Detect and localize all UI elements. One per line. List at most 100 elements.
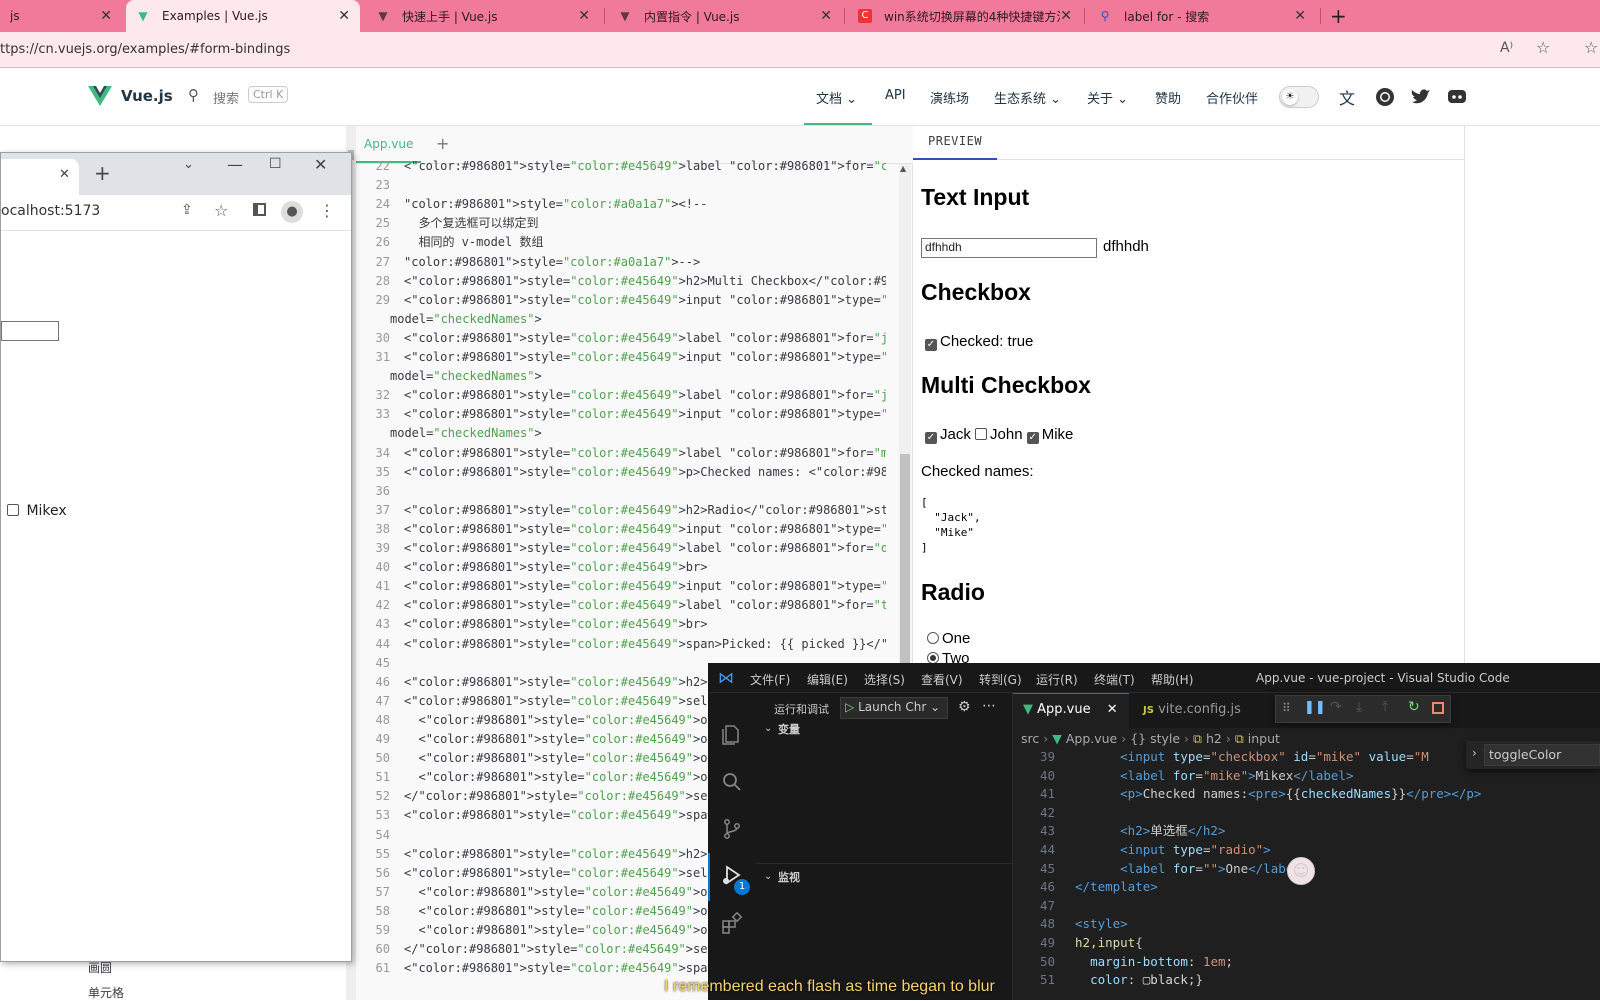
- code-line[interactable]: 44 <"color:#986801">style="color:#e45649"…: [346, 635, 886, 654]
- close-icon[interactable]: ✕: [820, 8, 832, 24]
- stop-icon[interactable]: [1432, 702, 1444, 714]
- code-line[interactable]: 31 <"color:#986801">style="color:#e45649"…: [346, 348, 886, 367]
- checkbox-label[interactable]: Checked: true: [940, 333, 1033, 350]
- label-mike[interactable]: Mike: [1042, 426, 1074, 443]
- checkbox-john[interactable]: [975, 428, 988, 440]
- code-line[interactable]: 35 <"color:#986801">style="color:#e45649"…: [346, 463, 886, 482]
- nav-partners[interactable]: 合作伙伴: [1206, 88, 1258, 107]
- find-input[interactable]: toggleColor: [1484, 744, 1600, 766]
- code-line[interactable]: 24 "color:#986801">style="color:#a0a1a7">…: [346, 195, 886, 214]
- vue-logo-icon[interactable]: [88, 86, 112, 106]
- close-icon[interactable]: ✕: [1294, 8, 1306, 24]
- new-tab-icon[interactable]: +: [94, 161, 111, 185]
- favorite-add-icon[interactable]: ☆: [1536, 38, 1550, 57]
- scroll-up-icon[interactable]: ▲: [900, 164, 906, 173]
- launch-config-dropdown[interactable]: ▷ Launch Chr ⌄: [840, 697, 948, 719]
- search-icon[interactable]: ⚲: [188, 86, 199, 104]
- gear-icon[interactable]: ⚙: [958, 699, 971, 715]
- breadcrumb-item[interactable]: App.vue: [1066, 731, 1117, 746]
- code-line[interactable]: 43 <"color:#986801">style="color:#e45649"…: [346, 615, 886, 634]
- github-icon[interactable]: [1375, 87, 1395, 107]
- code-line[interactable]: 34 <"color:#986801">style="color:#e45649"…: [346, 444, 886, 463]
- code-line[interactable]: 38 <"color:#986801">style="color:#e45649"…: [346, 520, 886, 539]
- menu-selection[interactable]: 选择(S): [864, 671, 905, 688]
- code-line[interactable]: 25 多个复选框可以绑定到: [346, 214, 886, 233]
- step-out-icon[interactable]: ⤒: [1382, 699, 1388, 715]
- menu-help[interactable]: 帮助(H): [1151, 671, 1193, 688]
- favorites-icon[interactable]: ☆: [1584, 38, 1598, 57]
- code-line[interactable]: 23: [346, 176, 886, 195]
- code-line[interactable]: 27 "color:#986801">style="color:#a0a1a7">…: [346, 253, 886, 272]
- browser-tab-active[interactable]: ▼ Examples | Vue.js ✕: [126, 0, 360, 32]
- explorer-icon[interactable]: [720, 723, 744, 747]
- tab-app-vue[interactable]: ▼ App.vue ✕: [1013, 693, 1129, 728]
- add-file-button[interactable]: +: [436, 134, 449, 153]
- chevron-down-icon[interactable]: ⌄: [764, 871, 772, 882]
- label-one[interactable]: One: [942, 630, 970, 647]
- checkbox[interactable]: [7, 504, 19, 516]
- profile-icon[interactable]: ●: [281, 201, 303, 223]
- nav-ecosystem[interactable]: 生态系统 ⌄: [994, 88, 1061, 107]
- radio-one[interactable]: [927, 632, 939, 644]
- chevron-down-icon[interactable]: ⌄: [764, 723, 772, 734]
- code-line[interactable]: 32 <"color:#986801">style="color:#e45649"…: [346, 386, 886, 405]
- minimize-icon[interactable]: —: [227, 155, 243, 174]
- menu-file[interactable]: 文件(F): [750, 671, 790, 688]
- nav-sponsor[interactable]: 赞助: [1155, 88, 1181, 107]
- preview-tab[interactable]: PREVIEW: [913, 126, 998, 160]
- step-into-icon[interactable]: ⤓: [1356, 699, 1362, 715]
- checkbox-jack[interactable]: ✓: [925, 432, 937, 444]
- url-field[interactable]: ocalhost:5173: [1, 203, 100, 219]
- tab-vite-config[interactable]: JS vite.config.js: [1133, 693, 1251, 728]
- brand-name[interactable]: Vue.js: [121, 87, 173, 105]
- checkbox-checked[interactable]: ✓: [925, 339, 937, 351]
- code-line[interactable]: 37 <"color:#986801">style="color:#e45649"…: [346, 501, 886, 520]
- menu-edit[interactable]: 编辑(E): [807, 671, 848, 688]
- pause-icon[interactable]: ❚❚: [1304, 700, 1326, 715]
- code-line[interactable]: 26 相同的 v-model 数组: [346, 233, 886, 252]
- breadcrumb-item[interactable]: {} style: [1130, 731, 1180, 746]
- read-aloud-icon[interactable]: A⁾: [1500, 40, 1513, 56]
- menu-icon[interactable]: ⋮: [319, 201, 335, 220]
- close-icon[interactable]: ✕: [578, 8, 590, 24]
- menu-go[interactable]: 转到(G): [979, 671, 1022, 688]
- code-line[interactable]: 36: [346, 482, 886, 501]
- label-john[interactable]: John: [990, 426, 1023, 443]
- extensions-icon[interactable]: [720, 911, 744, 935]
- close-window-icon[interactable]: ✕: [314, 155, 327, 174]
- code-line[interactable]: 30 <"color:#986801">style="color:#e45649"…: [346, 329, 886, 348]
- code-line[interactable]: 39 <"color:#986801">style="color:#e45649"…: [346, 539, 886, 558]
- chevron-down-icon[interactable]: ⌄: [183, 157, 194, 172]
- step-over-icon[interactable]: ↷: [1330, 699, 1342, 715]
- code-line[interactable]: model="checkedNames">: [346, 367, 886, 386]
- bookmark-star-icon[interactable]: ☆: [214, 201, 228, 220]
- close-icon[interactable]: ✕: [59, 167, 70, 182]
- browser-tab[interactable]: C win系统切换屏幕的4种快捷键方法 ✕: [848, 0, 1082, 32]
- nav-docs[interactable]: 文档 ⌄: [816, 88, 857, 107]
- side-panel-icon[interactable]: [253, 203, 266, 216]
- text-input[interactable]: [1, 321, 59, 341]
- search-label[interactable]: 搜索: [213, 88, 239, 107]
- search-icon[interactable]: [720, 770, 744, 794]
- play-icon[interactable]: ▷: [845, 700, 854, 714]
- theme-toggle[interactable]: ☀: [1279, 86, 1319, 108]
- code-line[interactable]: 29 <"color:#986801">style="color:#e45649"…: [346, 291, 886, 310]
- close-icon[interactable]: ✕: [1060, 8, 1072, 24]
- share-icon[interactable]: ⇪: [181, 202, 193, 218]
- nav-playground[interactable]: 演练场: [930, 88, 969, 107]
- browser-tab[interactable]: ▼ 内置指令 | Vue.js ✕: [608, 0, 842, 32]
- menu-terminal[interactable]: 终端(T): [1094, 671, 1135, 688]
- code-line[interactable]: 28 <"color:#986801">style="color:#e45649"…: [346, 272, 886, 291]
- nav-about[interactable]: 关于 ⌄: [1087, 88, 1128, 107]
- sidebar-item[interactable]: 单元格: [88, 984, 124, 1001]
- chrome-tab[interactable]: ✕: [1, 159, 79, 195]
- close-icon[interactable]: ✕: [1107, 702, 1118, 717]
- translate-icon[interactable]: 文: [1339, 85, 1355, 109]
- code-line[interactable]: 40 <"color:#986801">style="color:#e45649"…: [346, 558, 886, 577]
- chevron-right-icon[interactable]: ›: [1472, 746, 1477, 760]
- scroll-thumb[interactable]: [900, 454, 910, 684]
- breadcrumb-item[interactable]: src: [1021, 731, 1039, 746]
- variables-section[interactable]: 变量: [778, 721, 800, 737]
- breadcrumb-item[interactable]: input: [1248, 731, 1280, 746]
- code-line[interactable]: model="checkedNames">: [346, 424, 886, 443]
